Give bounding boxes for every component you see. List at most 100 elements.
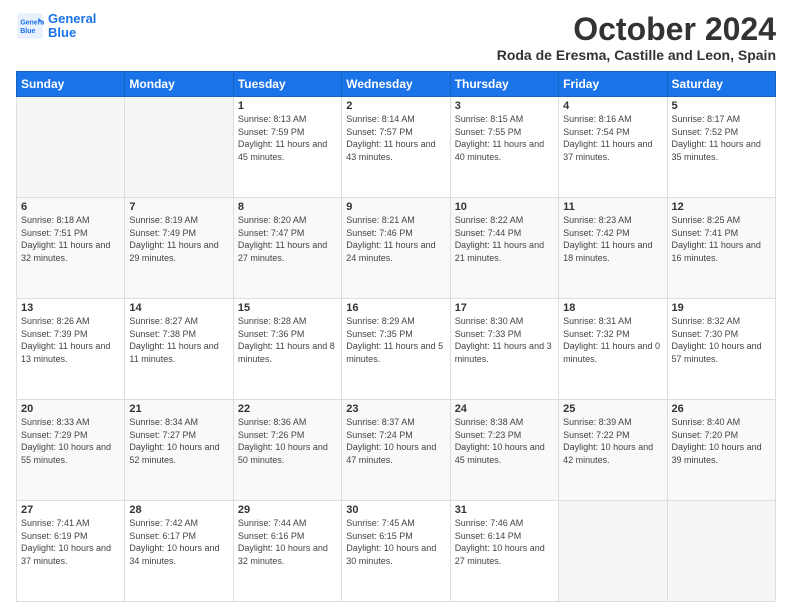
logo-text-line1: General bbox=[48, 12, 96, 26]
calendar: SundayMondayTuesdayWednesdayThursdayFrid… bbox=[16, 71, 776, 602]
day-number: 14 bbox=[129, 302, 228, 314]
day-info: Sunrise: 8:18 AMSunset: 7:51 PMDaylight:… bbox=[21, 214, 120, 264]
day-info: Sunrise: 8:26 AMSunset: 7:39 PMDaylight:… bbox=[21, 315, 120, 365]
day-info: Sunrise: 8:22 AMSunset: 7:44 PMDaylight:… bbox=[455, 214, 554, 264]
day-info: Sunrise: 8:36 AMSunset: 7:26 PMDaylight:… bbox=[238, 416, 337, 466]
day-info: Sunrise: 8:20 AMSunset: 7:47 PMDaylight:… bbox=[238, 214, 337, 264]
day-number: 11 bbox=[563, 201, 662, 213]
day-info: Sunrise: 8:14 AMSunset: 7:57 PMDaylight:… bbox=[346, 113, 445, 163]
calendar-cell: 29Sunrise: 7:44 AMSunset: 6:16 PMDayligh… bbox=[233, 501, 341, 602]
day-info: Sunrise: 8:40 AMSunset: 7:20 PMDaylight:… bbox=[672, 416, 771, 466]
main-title: October 2024 bbox=[497, 12, 776, 47]
day-info: Sunrise: 8:30 AMSunset: 7:33 PMDaylight:… bbox=[455, 315, 554, 365]
calendar-cell: 8Sunrise: 8:20 AMSunset: 7:47 PMDaylight… bbox=[233, 198, 341, 299]
calendar-cell: 15Sunrise: 8:28 AMSunset: 7:36 PMDayligh… bbox=[233, 299, 341, 400]
day-info: Sunrise: 7:46 AMSunset: 6:14 PMDaylight:… bbox=[455, 517, 554, 567]
day-info: Sunrise: 8:16 AMSunset: 7:54 PMDaylight:… bbox=[563, 113, 662, 163]
header: General Blue General Blue October 2024 R… bbox=[16, 12, 776, 63]
day-number: 3 bbox=[455, 100, 554, 112]
day-number: 26 bbox=[672, 403, 771, 415]
calendar-cell: 20Sunrise: 8:33 AMSunset: 7:29 PMDayligh… bbox=[17, 400, 125, 501]
day-number: 31 bbox=[455, 504, 554, 516]
day-number: 15 bbox=[238, 302, 337, 314]
calendar-cell: 1Sunrise: 8:13 AMSunset: 7:59 PMDaylight… bbox=[233, 97, 341, 198]
calendar-cell: 26Sunrise: 8:40 AMSunset: 7:20 PMDayligh… bbox=[667, 400, 775, 501]
day-number: 1 bbox=[238, 100, 337, 112]
day-number: 17 bbox=[455, 302, 554, 314]
weekday-header-tuesday: Tuesday bbox=[233, 72, 341, 97]
day-info: Sunrise: 7:45 AMSunset: 6:15 PMDaylight:… bbox=[346, 517, 445, 567]
weekday-header-wednesday: Wednesday bbox=[342, 72, 450, 97]
logo: General Blue General Blue bbox=[16, 12, 96, 41]
calendar-cell: 9Sunrise: 8:21 AMSunset: 7:46 PMDaylight… bbox=[342, 198, 450, 299]
weekday-header-thursday: Thursday bbox=[450, 72, 558, 97]
day-info: Sunrise: 7:41 AMSunset: 6:19 PMDaylight:… bbox=[21, 517, 120, 567]
day-info: Sunrise: 8:19 AMSunset: 7:49 PMDaylight:… bbox=[129, 214, 228, 264]
week-row-3: 13Sunrise: 8:26 AMSunset: 7:39 PMDayligh… bbox=[17, 299, 776, 400]
day-info: Sunrise: 8:13 AMSunset: 7:59 PMDaylight:… bbox=[238, 113, 337, 163]
day-number: 6 bbox=[21, 201, 120, 213]
weekday-header-row: SundayMondayTuesdayWednesdayThursdayFrid… bbox=[17, 72, 776, 97]
day-info: Sunrise: 8:37 AMSunset: 7:24 PMDaylight:… bbox=[346, 416, 445, 466]
weekday-header-sunday: Sunday bbox=[17, 72, 125, 97]
page: General Blue General Blue October 2024 R… bbox=[0, 0, 792, 612]
day-number: 19 bbox=[672, 302, 771, 314]
day-number: 21 bbox=[129, 403, 228, 415]
day-number: 13 bbox=[21, 302, 120, 314]
day-number: 2 bbox=[346, 100, 445, 112]
title-area: October 2024 Roda de Eresma, Castille an… bbox=[497, 12, 776, 63]
svg-text:Blue: Blue bbox=[20, 28, 35, 35]
day-number: 28 bbox=[129, 504, 228, 516]
week-row-5: 27Sunrise: 7:41 AMSunset: 6:19 PMDayligh… bbox=[17, 501, 776, 602]
calendar-cell: 22Sunrise: 8:36 AMSunset: 7:26 PMDayligh… bbox=[233, 400, 341, 501]
day-info: Sunrise: 8:21 AMSunset: 7:46 PMDaylight:… bbox=[346, 214, 445, 264]
day-number: 4 bbox=[563, 100, 662, 112]
calendar-cell: 14Sunrise: 8:27 AMSunset: 7:38 PMDayligh… bbox=[125, 299, 233, 400]
calendar-cell: 6Sunrise: 8:18 AMSunset: 7:51 PMDaylight… bbox=[17, 198, 125, 299]
logo-text-line2: Blue bbox=[48, 26, 96, 40]
weekday-header-monday: Monday bbox=[125, 72, 233, 97]
day-info: Sunrise: 8:32 AMSunset: 7:30 PMDaylight:… bbox=[672, 315, 771, 365]
day-info: Sunrise: 8:25 AMSunset: 7:41 PMDaylight:… bbox=[672, 214, 771, 264]
calendar-cell: 13Sunrise: 8:26 AMSunset: 7:39 PMDayligh… bbox=[17, 299, 125, 400]
day-number: 24 bbox=[455, 403, 554, 415]
day-info: Sunrise: 8:23 AMSunset: 7:42 PMDaylight:… bbox=[563, 214, 662, 264]
calendar-cell: 16Sunrise: 8:29 AMSunset: 7:35 PMDayligh… bbox=[342, 299, 450, 400]
calendar-cell bbox=[559, 501, 667, 602]
day-info: Sunrise: 8:29 AMSunset: 7:35 PMDaylight:… bbox=[346, 315, 445, 365]
calendar-cell: 28Sunrise: 7:42 AMSunset: 6:17 PMDayligh… bbox=[125, 501, 233, 602]
calendar-cell: 18Sunrise: 8:31 AMSunset: 7:32 PMDayligh… bbox=[559, 299, 667, 400]
day-info: Sunrise: 7:44 AMSunset: 6:16 PMDaylight:… bbox=[238, 517, 337, 567]
calendar-cell bbox=[17, 97, 125, 198]
day-number: 10 bbox=[455, 201, 554, 213]
calendar-cell: 17Sunrise: 8:30 AMSunset: 7:33 PMDayligh… bbox=[450, 299, 558, 400]
day-number: 16 bbox=[346, 302, 445, 314]
calendar-cell: 27Sunrise: 7:41 AMSunset: 6:19 PMDayligh… bbox=[17, 501, 125, 602]
day-number: 9 bbox=[346, 201, 445, 213]
day-number: 18 bbox=[563, 302, 662, 314]
calendar-cell: 4Sunrise: 8:16 AMSunset: 7:54 PMDaylight… bbox=[559, 97, 667, 198]
day-info: Sunrise: 8:33 AMSunset: 7:29 PMDaylight:… bbox=[21, 416, 120, 466]
day-number: 12 bbox=[672, 201, 771, 213]
day-info: Sunrise: 8:28 AMSunset: 7:36 PMDaylight:… bbox=[238, 315, 337, 365]
calendar-cell: 5Sunrise: 8:17 AMSunset: 7:52 PMDaylight… bbox=[667, 97, 775, 198]
week-row-4: 20Sunrise: 8:33 AMSunset: 7:29 PMDayligh… bbox=[17, 400, 776, 501]
calendar-cell: 2Sunrise: 8:14 AMSunset: 7:57 PMDaylight… bbox=[342, 97, 450, 198]
calendar-cell: 25Sunrise: 8:39 AMSunset: 7:22 PMDayligh… bbox=[559, 400, 667, 501]
day-info: Sunrise: 8:38 AMSunset: 7:23 PMDaylight:… bbox=[455, 416, 554, 466]
day-info: Sunrise: 8:27 AMSunset: 7:38 PMDaylight:… bbox=[129, 315, 228, 365]
calendar-cell bbox=[125, 97, 233, 198]
day-number: 20 bbox=[21, 403, 120, 415]
day-info: Sunrise: 7:42 AMSunset: 6:17 PMDaylight:… bbox=[129, 517, 228, 567]
week-row-2: 6Sunrise: 8:18 AMSunset: 7:51 PMDaylight… bbox=[17, 198, 776, 299]
day-number: 5 bbox=[672, 100, 771, 112]
day-number: 7 bbox=[129, 201, 228, 213]
day-number: 22 bbox=[238, 403, 337, 415]
calendar-cell: 12Sunrise: 8:25 AMSunset: 7:41 PMDayligh… bbox=[667, 198, 775, 299]
weekday-header-saturday: Saturday bbox=[667, 72, 775, 97]
calendar-cell: 3Sunrise: 8:15 AMSunset: 7:55 PMDaylight… bbox=[450, 97, 558, 198]
day-number: 25 bbox=[563, 403, 662, 415]
calendar-cell: 11Sunrise: 8:23 AMSunset: 7:42 PMDayligh… bbox=[559, 198, 667, 299]
calendar-cell: 24Sunrise: 8:38 AMSunset: 7:23 PMDayligh… bbox=[450, 400, 558, 501]
calendar-cell bbox=[667, 501, 775, 602]
